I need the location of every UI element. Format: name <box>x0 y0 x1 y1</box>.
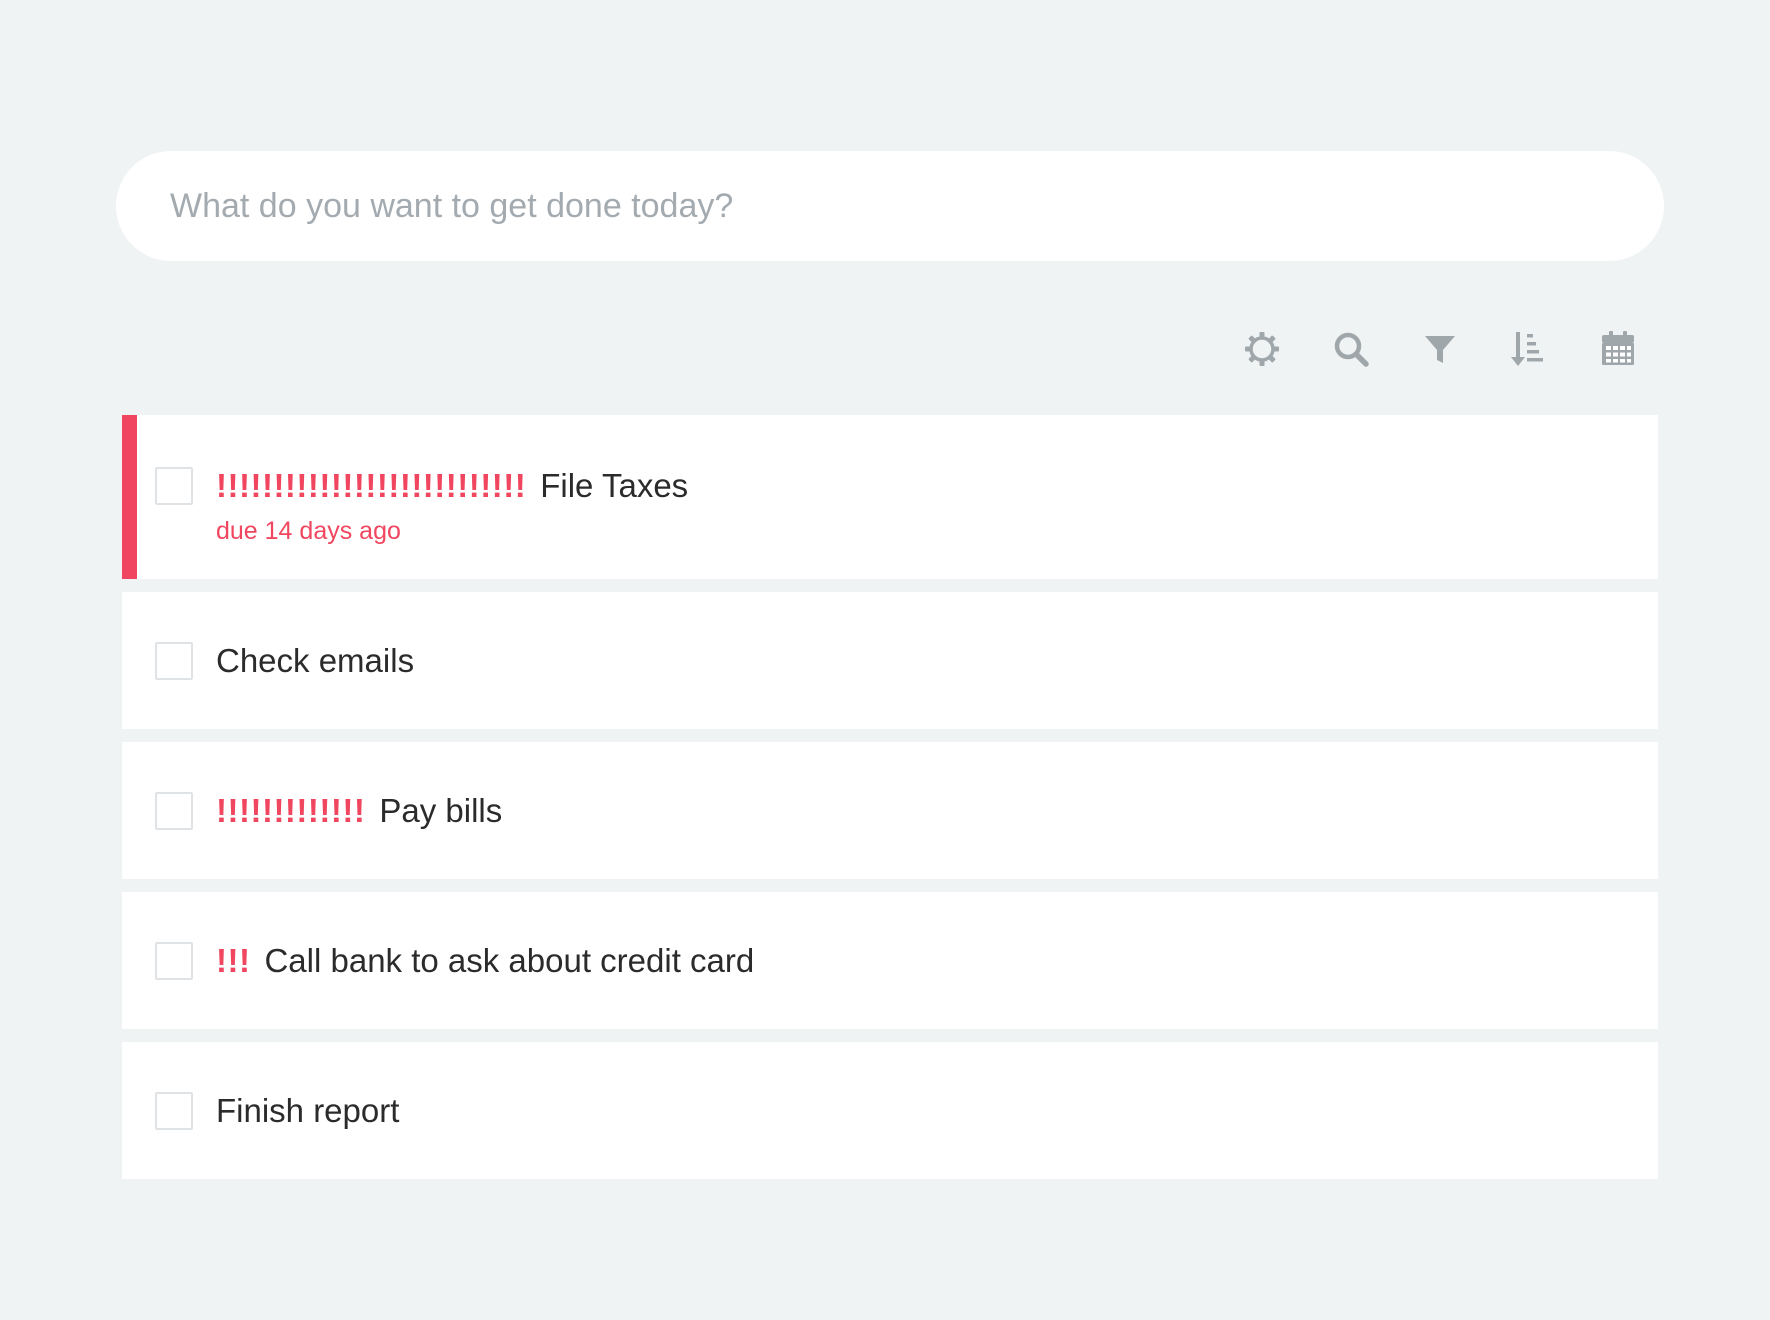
task-item[interactable]: Check emails <box>122 592 1658 729</box>
calendar-button[interactable] <box>1596 327 1640 371</box>
search-button[interactable] <box>1329 327 1373 371</box>
task-checkbox[interactable] <box>155 1091 193 1130</box>
task-text: Check emails <box>216 641 415 679</box>
task-priority: !!!!!!!!!!!!!!!!!!!!!!!!!!! <box>216 467 527 504</box>
toolbar <box>116 327 1664 371</box>
overdue-indicator <box>122 415 137 579</box>
task-due-label: due 14 days ago <box>216 517 401 545</box>
calendar-icon <box>1602 331 1634 365</box>
filter-icon <box>1425 336 1455 363</box>
sort-icon <box>1511 332 1543 366</box>
task-item[interactable]: Finish report <box>122 1042 1658 1179</box>
search-icon <box>1334 332 1369 367</box>
settings-icon <box>1245 332 1279 366</box>
task-priority: !!!!!!!!!!!!! <box>216 791 366 829</box>
task-item[interactable]: !!!!!!!!!!!!! Pay bills <box>122 742 1658 879</box>
task-line: Finish report <box>216 1092 399 1130</box>
task-text: Finish report <box>216 1091 400 1129</box>
todo-app: !!!!!!!!!!!!!!!!!!!!!!!!!!! File Taxes d… <box>116 151 1664 1192</box>
sort-button[interactable] <box>1507 327 1551 371</box>
filter-button[interactable] <box>1418 327 1462 371</box>
task-checkbox[interactable] <box>155 791 193 830</box>
new-task-input[interactable] <box>116 151 1664 261</box>
task-item[interactable]: !!!!!!!!!!!!!!!!!!!!!!!!!!! File Taxes d… <box>122 415 1658 579</box>
task-text: Pay bills <box>379 791 503 829</box>
task-body: !!!!!!!!!!!!!!!!!!!!!!!!!!! File Taxes d… <box>216 467 688 546</box>
task-checkbox[interactable] <box>155 941 193 980</box>
settings-button[interactable] <box>1240 327 1284 371</box>
task-list: !!!!!!!!!!!!!!!!!!!!!!!!!!! File Taxes d… <box>122 415 1658 1179</box>
task-checkbox[interactable] <box>155 641 193 680</box>
task-priority: !!! <box>216 941 251 979</box>
task-line: !!!!!!!!!!!!!!!!!!!!!!!!!!! File Taxes <box>216 467 688 505</box>
task-checkbox[interactable] <box>155 467 193 505</box>
task-text: File Taxes <box>540 467 689 504</box>
task-item[interactable]: !!! Call bank to ask about credit card <box>122 892 1658 1029</box>
task-line: !!!!!!!!!!!!! Pay bills <box>216 792 502 830</box>
task-text: Call bank to ask about credit card <box>264 941 755 979</box>
task-line: Check emails <box>216 642 414 680</box>
task-body: !!!!!!!!!!!!! Pay bills <box>216 792 502 830</box>
task-body: Check emails <box>216 642 414 680</box>
task-body: !!! Call bank to ask about credit card <box>216 942 754 980</box>
task-body: Finish report <box>216 1092 399 1130</box>
task-line: !!! Call bank to ask about credit card <box>216 942 754 980</box>
